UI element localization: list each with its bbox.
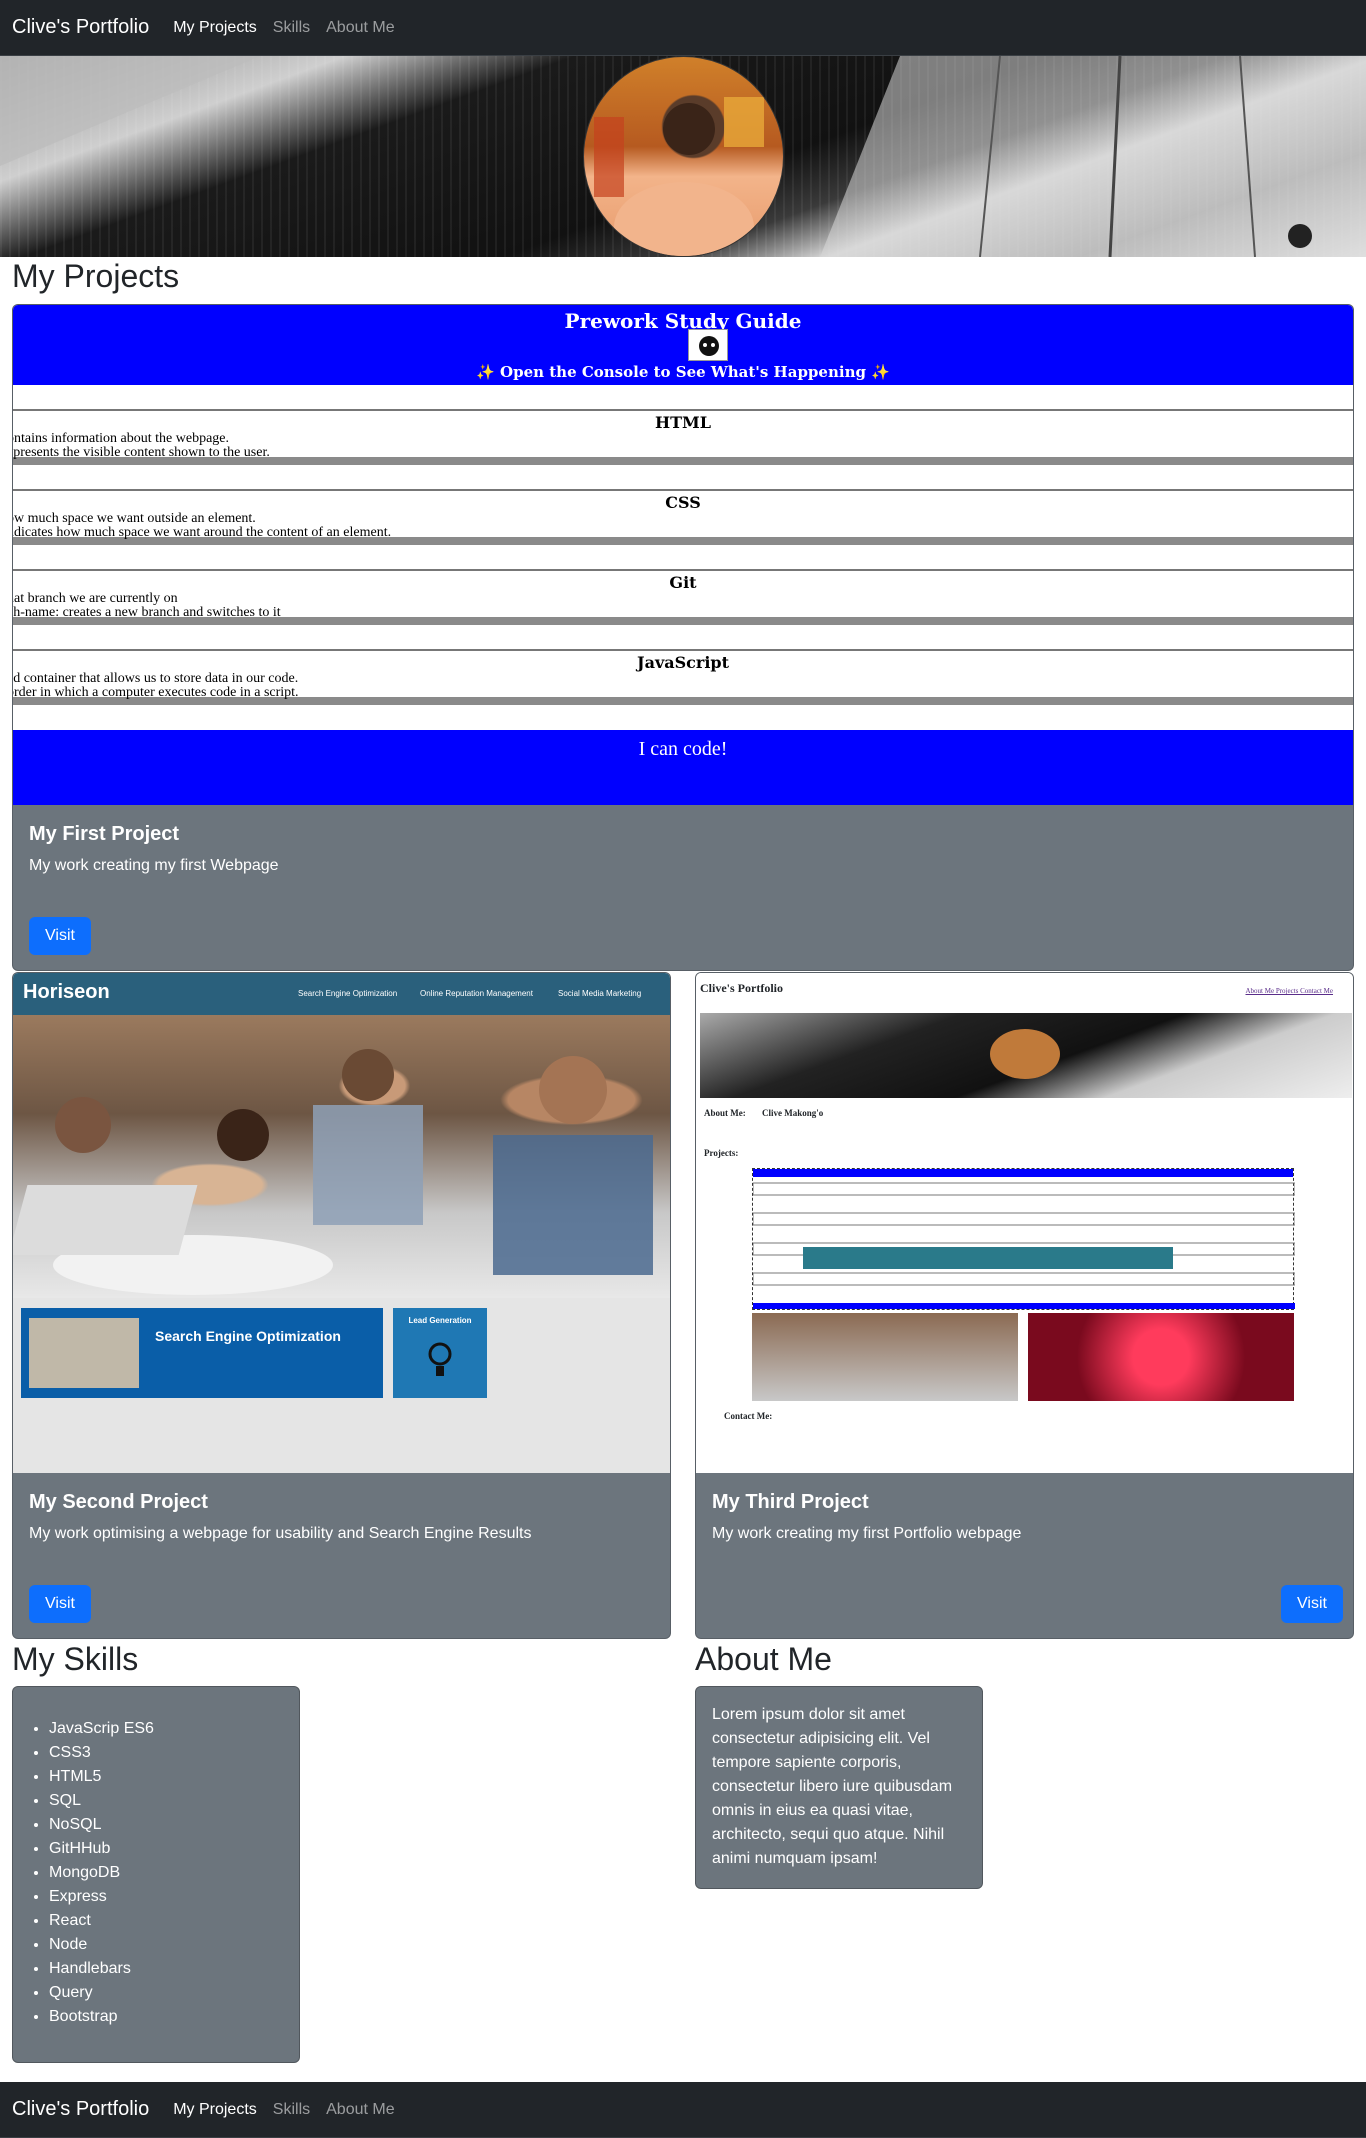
skills-card: JavaScrip ES6 CSS3 HTML5 SQL NoSQL GitHH…	[12, 1686, 300, 2063]
portfolio-preview-title: Clive's Portfolio	[700, 981, 783, 995]
nav-link-skills[interactable]: Skills	[273, 2101, 310, 2119]
portfolio-preview-contact: Contact Me:	[724, 1411, 773, 1421]
about-card: Lorem ipsum dolor sit amet consectetur a…	[695, 1686, 983, 1889]
horiseon-logo: Horiseon	[23, 981, 110, 1003]
visit-button[interactable]: Visit	[29, 917, 91, 955]
mini-project-image	[752, 1313, 1018, 1401]
project-description: My work creating my first Webpage	[29, 857, 279, 874]
skill-item: Handlebars	[49, 1957, 154, 1981]
navbar-brand[interactable]: Clive's Portfolio	[12, 2098, 149, 2121]
study-line: ch-name: creates a new branch and switch…	[13, 605, 281, 620]
study-guide-header: Prework Study Guide ✨ Open the Console t…	[13, 305, 1353, 385]
project-preview-horiseon: Horiseon Search Engine Optimization Onli…	[13, 973, 670, 1473]
study-guide-subtitle: ✨ Open the Console to See What's Happeni…	[476, 363, 890, 381]
project-description: My work creating my first Portfolio webp…	[712, 1525, 1022, 1542]
project-title: My Third Project	[712, 1491, 869, 1513]
lead-title: Lead Generation	[408, 1316, 472, 1325]
skill-item: React	[49, 1909, 154, 1933]
study-guide-footer: I can code!	[13, 730, 1353, 805]
skill-item: CSS3	[49, 1741, 154, 1765]
horiseon-content: Search Engine Optimization Lead Generati…	[13, 1298, 670, 1473]
mini-project-image	[1028, 1313, 1294, 1401]
skill-item: HTML5	[49, 1765, 154, 1789]
skills-list: JavaScrip ES6 CSS3 HTML5 SQL NoSQL GitHH…	[49, 1717, 154, 2029]
horiseon-header: Horiseon Search Engine Optimization Onli…	[13, 973, 670, 1015]
navbar-brand[interactable]: Clive's Portfolio	[12, 16, 149, 39]
nav-link-about-me[interactable]: About Me	[326, 19, 394, 37]
study-block-title: CSS	[665, 493, 701, 512]
portfolio-preview-about: About Me:	[704, 1108, 746, 1118]
study-block-css: CSS ow much space we want outside an ele…	[13, 489, 1353, 545]
study-line: epresents the visible content shown to t…	[13, 445, 270, 460]
profile-avatar	[583, 56, 784, 257]
study-block-javascript: JavaScript ed container that allows us t…	[13, 649, 1353, 705]
study-block-title: Git	[669, 573, 697, 592]
portfolio-preview-links: About Me Projects Contact Me	[1245, 987, 1334, 995]
nav-link-my-projects[interactable]: My Projects	[173, 19, 257, 37]
skill-item: NoSQL	[49, 1813, 154, 1837]
hero-banner	[0, 56, 1366, 257]
horiseon-nav-item: Search Engine Optimization	[298, 989, 398, 998]
projects-heading: My Projects	[12, 258, 180, 294]
portfolio-preview-projects: Projects:	[704, 1148, 739, 1158]
project-title: My First Project	[29, 823, 180, 845]
study-block-git: Git hat branch we are currently on ch-na…	[13, 569, 1353, 625]
project-card-first: Prework Study Guide ✨ Open the Console t…	[12, 304, 1354, 971]
project-preview-portfolio: Clive's Portfolio About Me Projects Cont…	[696, 973, 1353, 1473]
about-heading: About Me	[695, 1641, 832, 1677]
visit-button[interactable]: Visit	[1281, 1585, 1343, 1623]
bottom-navbar: Clive's Portfolio My Projects Skills Abo…	[0, 2082, 1366, 2138]
nav-link-skills[interactable]: Skills	[273, 19, 310, 37]
visit-button[interactable]: Visit	[29, 1585, 91, 1623]
study-block-title: JavaScript	[637, 653, 729, 672]
project-card-second: Horiseon Search Engine Optimization Onli…	[12, 972, 671, 1639]
github-cat-icon	[688, 329, 728, 361]
portfolio-preview-hero	[700, 1013, 1352, 1098]
about-text: Lorem ipsum dolor sit amet consectetur a…	[712, 1706, 953, 1867]
portfolio-preview-name: Clive Makong'o	[762, 1108, 824, 1118]
skill-item: Query	[49, 1981, 154, 2005]
portfolio-preview-project-frame	[752, 1168, 1296, 1310]
nav-link-about-me[interactable]: About Me	[326, 2101, 394, 2119]
skill-item: Bootstrap	[49, 2005, 154, 2029]
project-preview-study-guide: Prework Study Guide ✨ Open the Console t…	[13, 305, 1353, 805]
seo-illustration	[29, 1318, 139, 1388]
study-guide-footer-text: I can code!	[638, 738, 728, 760]
project-description: My work optimising a webpage for usabili…	[29, 1525, 532, 1542]
portfolio-screenshot: Clive's Portfolio About Me Projects Cont…	[696, 973, 1353, 1473]
horiseon-lead-panel: Lead Generation	[393, 1308, 487, 1398]
mini-header	[753, 1169, 1293, 1177]
study-block-html: HTML ontains information about the webpa…	[13, 409, 1353, 465]
study-block-title: HTML	[655, 413, 711, 432]
top-navbar: Clive's Portfolio My Projects Skills Abo…	[0, 0, 1366, 56]
horiseon-team-photo	[13, 1015, 670, 1298]
portfolio-preview-avatar	[990, 1029, 1060, 1079]
study-line: order in which a computer executes code …	[13, 685, 299, 700]
horiseon-nav-item: Social Media Marketing	[558, 989, 642, 998]
skill-item: Express	[49, 1885, 154, 1909]
seo-title: Search Engine Optimization	[155, 1328, 341, 1344]
nav-link-my-projects[interactable]: My Projects	[173, 2101, 257, 2119]
skill-item: JavaScrip ES6	[49, 1717, 154, 1741]
horiseon-nav-item: Online Reputation Management	[420, 989, 533, 998]
skill-item: MongoDB	[49, 1861, 154, 1885]
skills-heading: My Skills	[12, 1641, 139, 1677]
skill-item: Node	[49, 1933, 154, 1957]
horiseon-seo-panel: Search Engine Optimization	[21, 1308, 383, 1398]
study-line: ndicates how much space we want around t…	[13, 525, 392, 540]
project-card-third: Clive's Portfolio About Me Projects Cont…	[695, 972, 1354, 1639]
study-guide-title: Prework Study Guide	[564, 309, 802, 333]
project-title: My Second Project	[29, 1491, 208, 1513]
skill-item: SQL	[49, 1789, 154, 1813]
skill-item: GitHHub	[49, 1837, 154, 1861]
